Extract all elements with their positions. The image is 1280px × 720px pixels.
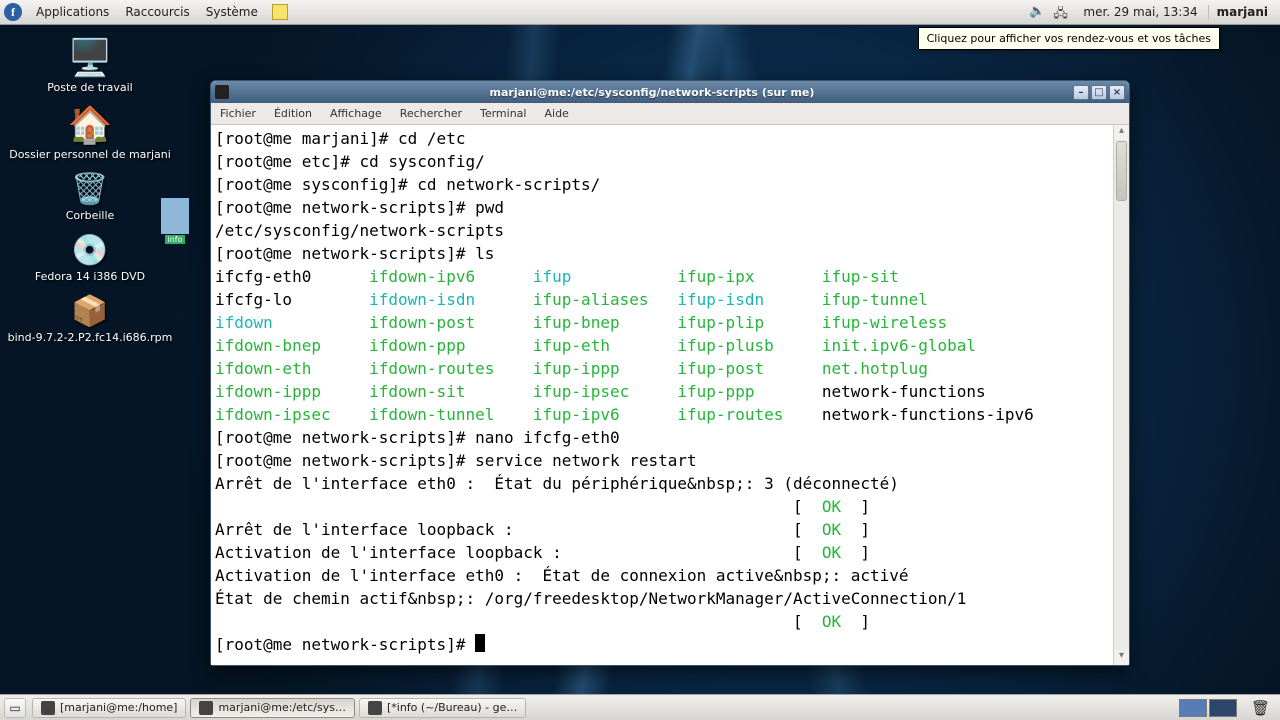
- window-close-button[interactable]: ×: [1109, 85, 1125, 100]
- clock[interactable]: mer. 29 mai, 13:34: [1073, 5, 1207, 19]
- terminal-menu-edit[interactable]: Édition: [265, 103, 321, 124]
- workspace-2[interactable]: [1209, 699, 1237, 717]
- trash-icon: 🗑️: [0, 175, 180, 205]
- terminal-scrollbar[interactable]: ▴ ▾: [1113, 125, 1129, 665]
- window-titlebar[interactable]: marjani@me:/etc/sysconfig/network-script…: [211, 81, 1129, 103]
- terminal-window: marjani@me:/etc/sysconfig/network-script…: [210, 80, 1130, 666]
- computer-icon: 🖥️: [0, 41, 180, 77]
- window-title: marjani@me:/etc/sysconfig/network-script…: [233, 86, 1071, 99]
- window-maximize-button[interactable]: □: [1091, 85, 1107, 100]
- taskbar-task[interactable]: [*info (~/Bureau) - ge…: [359, 698, 526, 718]
- terminal-menu-help[interactable]: Aide: [535, 103, 577, 124]
- desktop-icon-dvd[interactable]: 💿 Fedora 14 i386 DVD: [0, 236, 180, 283]
- desktop-label: Dossier personnel de marjani: [0, 148, 180, 161]
- menu-applications[interactable]: Applications: [28, 0, 117, 24]
- desktop-label: info: [165, 235, 184, 244]
- top-panel: f Applications Raccourcis Système mer. 2…: [0, 0, 1280, 25]
- desktop-icon-trash[interactable]: 🗑️ Corbeille: [0, 175, 180, 222]
- desktop-label: Poste de travail: [0, 81, 180, 94]
- menu-system[interactable]: Système: [198, 0, 266, 24]
- scroll-up-icon[interactable]: ▴: [1114, 125, 1129, 140]
- package-icon: 📦: [0, 297, 180, 327]
- fedora-logo-icon[interactable]: f: [4, 3, 22, 21]
- desktop-icon-computer[interactable]: 🖥️ Poste de travail: [0, 41, 180, 94]
- network-icon[interactable]: [1053, 4, 1069, 20]
- workspace-pager[interactable]: [1179, 699, 1237, 717]
- workspace-1[interactable]: [1179, 699, 1207, 717]
- scroll-down-icon[interactable]: ▾: [1114, 650, 1129, 665]
- terminal-app-icon: [215, 85, 229, 99]
- panel-trash-icon[interactable]: 🗑: [1251, 699, 1270, 717]
- desktop-icon-rpm[interactable]: 📦 bind-9.7.2-2.P2.fc14.i686.rpm: [0, 297, 180, 344]
- home-folder-icon: 🏠: [0, 108, 180, 144]
- disc-icon: 💿: [0, 236, 180, 266]
- task-label: [*info (~/Bureau) - ge…: [387, 701, 517, 714]
- notes-launcher-icon[interactable]: [272, 4, 288, 20]
- user-menu[interactable]: marjani: [1208, 5, 1276, 19]
- scrollbar-thumb[interactable]: [1116, 141, 1127, 201]
- task-app-icon: [368, 701, 382, 715]
- task-label: [marjani@me:/home]: [60, 701, 177, 714]
- volume-icon[interactable]: [1029, 4, 1045, 20]
- task-app-icon: [199, 701, 213, 715]
- terminal-menu-terminal[interactable]: Terminal: [471, 103, 536, 124]
- clock-tooltip: Cliquez pour afficher vos rendez-vous et…: [918, 27, 1220, 50]
- terminal-output[interactable]: [root@me marjani]# cd /etc [root@me etc]…: [211, 125, 1113, 665]
- desktop-label: bind-9.7.2-2.P2.fc14.i686.rpm: [0, 331, 180, 344]
- taskbar-task[interactable]: marjani@me:/etc/sys…: [190, 698, 355, 718]
- terminal-menu-search[interactable]: Rechercher: [391, 103, 471, 124]
- desktop-icons: 🖥️ Poste de travail 🏠 Dossier personnel …: [0, 35, 200, 358]
- task-label: marjani@me:/etc/sys…: [218, 701, 346, 714]
- task-app-icon: [41, 701, 55, 715]
- desktop-label: Fedora 14 i386 DVD: [0, 270, 180, 283]
- desktop-icon-info-file[interactable]: info: [155, 198, 195, 245]
- terminal-menubar: Fichier Édition Affichage Rechercher Ter…: [211, 103, 1129, 125]
- desktop-label: Corbeille: [0, 209, 180, 222]
- terminal-menu-view[interactable]: Affichage: [321, 103, 391, 124]
- terminal-menu-file[interactable]: Fichier: [211, 103, 265, 124]
- desktop-icon-home[interactable]: 🏠 Dossier personnel de marjani: [0, 108, 180, 161]
- menu-places[interactable]: Raccourcis: [117, 0, 197, 24]
- show-desktop-button[interactable]: ▭: [4, 698, 26, 718]
- file-icon: [161, 198, 189, 234]
- window-minimize-button[interactable]: –: [1073, 85, 1089, 100]
- taskbar-task[interactable]: [marjani@me:/home]: [32, 698, 186, 718]
- bottom-panel: ▭ [marjani@me:/home] marjani@me:/etc/sys……: [0, 694, 1280, 720]
